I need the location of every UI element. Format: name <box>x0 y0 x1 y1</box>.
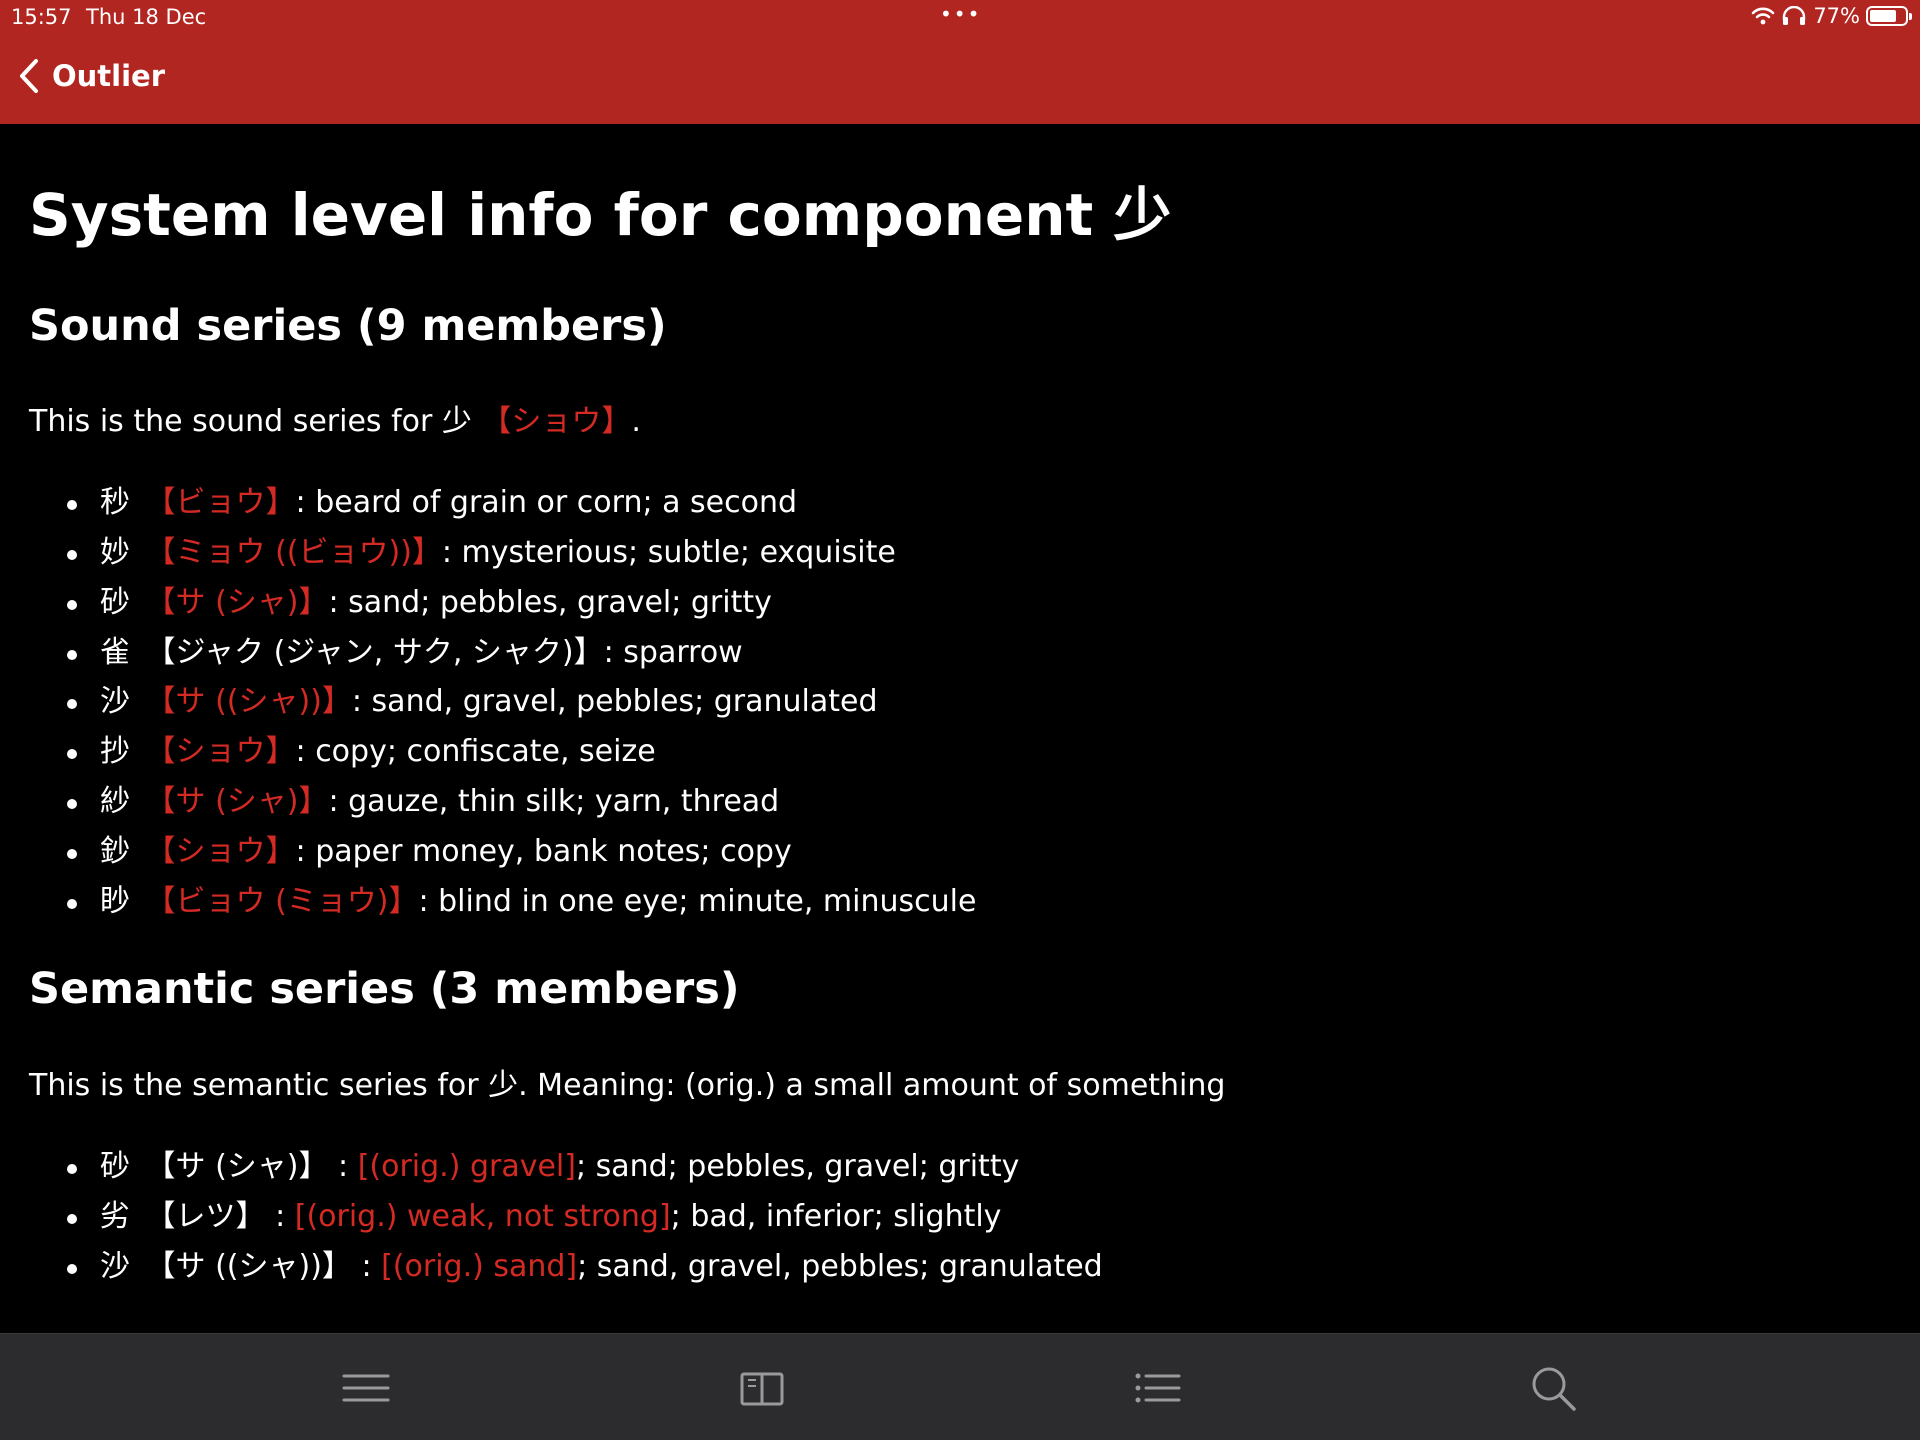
battery-icon <box>1866 6 1912 26</box>
list-item: 鈔 【ショウ】: paper money, bank notes; copy <box>29 827 1889 877</box>
reading[interactable]: 【サ (シャ)】 <box>146 784 329 819</box>
headphones-icon <box>1783 6 1806 25</box>
semantic-series-intro: This is the semantic series for 少. Meani… <box>29 1068 1226 1104</box>
meaning: : sparrow <box>603 634 743 670</box>
separator: : <box>328 1149 358 1185</box>
orig-meaning[interactable]: [(orig.) sand] <box>381 1249 577 1284</box>
kanji[interactable]: 沙 <box>100 1242 136 1292</box>
kanji[interactable]: 沙 <box>100 677 136 727</box>
reading[interactable]: 【ビョウ (ミョウ)】 <box>146 884 419 919</box>
orig-meaning[interactable]: [(orig.) gravel] <box>358 1149 576 1184</box>
status-bar: 15:57 Thu 18 Dec ••• 77% <box>0 0 1920 36</box>
meaning: ; sand; pebbles, gravel; gritty <box>575 1149 1020 1185</box>
page-title: System level info for component 少 <box>29 181 1172 249</box>
reading[interactable]: 【ショウ】 <box>146 734 296 769</box>
outline-button[interactable] <box>1133 1364 1181 1412</box>
menu-icon <box>342 1374 390 1402</box>
reading[interactable]: 【サ ((シャ))】 <box>146 684 352 719</box>
reading[interactable]: 【ショウ】 <box>146 834 296 869</box>
meaning: : gauze, thin silk; yarn, thread <box>328 784 780 820</box>
semantic-series-heading: Semantic series (3 members) <box>29 964 740 1015</box>
kanji[interactable]: 抄 <box>100 727 136 777</box>
kanji[interactable]: 砂 <box>100 1142 136 1192</box>
list-item: 紗 【サ (シャ)】: gauze, thin silk; yarn, thre… <box>29 777 1889 827</box>
list-item: 眇 【ビョウ (ミョウ)】: blind in one eye; minute,… <box>29 877 1889 927</box>
kanji[interactable]: 秒 <box>100 478 136 528</box>
search-button[interactable] <box>1529 1364 1577 1412</box>
list-icon <box>1135 1373 1181 1403</box>
sound-intro-prefix: This is the sound series for 少 <box>29 404 482 440</box>
list-item: 秒 【ビョウ】: beard of grain or corn; a secon… <box>29 478 1889 528</box>
bottom-toolbar <box>0 1333 1920 1440</box>
reading[interactable]: 【サ (シャ)】 <box>146 585 329 620</box>
reading: 【ジャク (ジャン, サク, シャク)】 <box>145 634 604 670</box>
reading: 【サ ((シャ))】 <box>145 1248 352 1284</box>
list-item: 抄 【ショウ】: copy; confiscate, seize <box>29 727 1889 777</box>
meaning: : sand; pebbles, gravel; gritty <box>328 584 772 620</box>
book-icon <box>740 1372 784 1406</box>
reading[interactable]: 【ミョウ ((ビョウ))】 <box>146 535 442 570</box>
status-date: Thu 18 Dec <box>86 5 207 29</box>
separator: : <box>265 1198 295 1234</box>
back-button[interactable]: Outlier <box>18 58 165 94</box>
reading[interactable]: 【ビョウ】 <box>146 485 296 520</box>
reading: 【サ (シャ)】 <box>145 1149 329 1185</box>
sound-intro-suffix: . <box>631 404 641 440</box>
kanji[interactable]: 劣 <box>100 1192 136 1242</box>
book-button[interactable] <box>738 1364 786 1412</box>
battery-percent: 77% <box>1813 4 1860 28</box>
meaning: ; bad, inferior; slightly <box>670 1198 1002 1234</box>
kanji[interactable]: 眇 <box>100 877 136 927</box>
meaning: ; sand, gravel, pebbles; granulated <box>577 1248 1103 1284</box>
list-item: 劣 【レツ】 : [(orig.) weak, not strong]; bad… <box>29 1192 1889 1242</box>
sound-series-list: 秒 【ビョウ】: beard of grain or corn; a secon… <box>29 478 1889 926</box>
list-item: 雀 【ジャク (ジャン, サク, シャク)】: sparrow <box>29 628 1889 678</box>
list-item: 沙 【サ ((シャ))】: sand, gravel, pebbles; gra… <box>29 677 1889 727</box>
kanji[interactable]: 砂 <box>100 578 136 628</box>
wifi-icon <box>1752 7 1775 25</box>
back-label: Outlier <box>52 59 166 93</box>
list-item: 妙 【ミョウ ((ビョウ))】: mysterious; subtle; exq… <box>29 528 1889 578</box>
meaning: : paper money, bank notes; copy <box>295 833 792 869</box>
article: System level info for component 少 Sound … <box>29 124 1889 1291</box>
search-icon <box>1532 1367 1576 1411</box>
reading: 【レツ】 <box>145 1198 266 1234</box>
chevron-left-icon <box>20 59 38 93</box>
kanji[interactable]: 妙 <box>100 528 136 578</box>
menu-button[interactable] <box>342 1364 390 1412</box>
meaning: : blind in one eye; minute, minuscule <box>418 883 977 919</box>
separator: : <box>351 1248 382 1284</box>
sound-series-heading: Sound series (9 members) <box>29 300 667 351</box>
meaning: : beard of grain or corn; a second <box>295 485 798 521</box>
list-item: 沙 【サ ((シャ))】 : [(orig.) sand]; sand, gra… <box>29 1242 1889 1292</box>
meaning: : mysterious; subtle; exquisite <box>441 535 896 571</box>
multitasking-dots[interactable]: ••• <box>940 2 981 26</box>
sound-intro-reading[interactable]: 【ショウ】 <box>481 404 631 439</box>
semantic-series-list: 砂 【サ (シャ)】 : [(orig.) gravel]; sand; peb… <box>29 1142 1889 1291</box>
meaning: : copy; confiscate, seize <box>295 734 656 770</box>
meaning: : sand, gravel, pebbles; granulated <box>351 684 878 720</box>
kanji[interactable]: 紗 <box>100 777 136 827</box>
sound-series-intro: This is the sound series for 少 【ショウ】. <box>29 404 1889 440</box>
kanji[interactable]: 鈔 <box>100 827 136 877</box>
nav-bar: Outlier <box>0 36 1920 124</box>
list-item: 砂 【サ (シャ)】: sand; pebbles, gravel; gritt… <box>29 578 1889 628</box>
status-right: 77% <box>1751 4 1912 28</box>
battery-fill <box>1870 10 1897 22</box>
status-time: 15:57 <box>11 5 72 29</box>
list-item: 砂 【サ (シャ)】 : [(orig.) gravel]; sand; peb… <box>29 1142 1889 1192</box>
orig-meaning[interactable]: [(orig.) weak, not strong] <box>295 1199 671 1234</box>
kanji[interactable]: 雀 <box>100 628 136 678</box>
